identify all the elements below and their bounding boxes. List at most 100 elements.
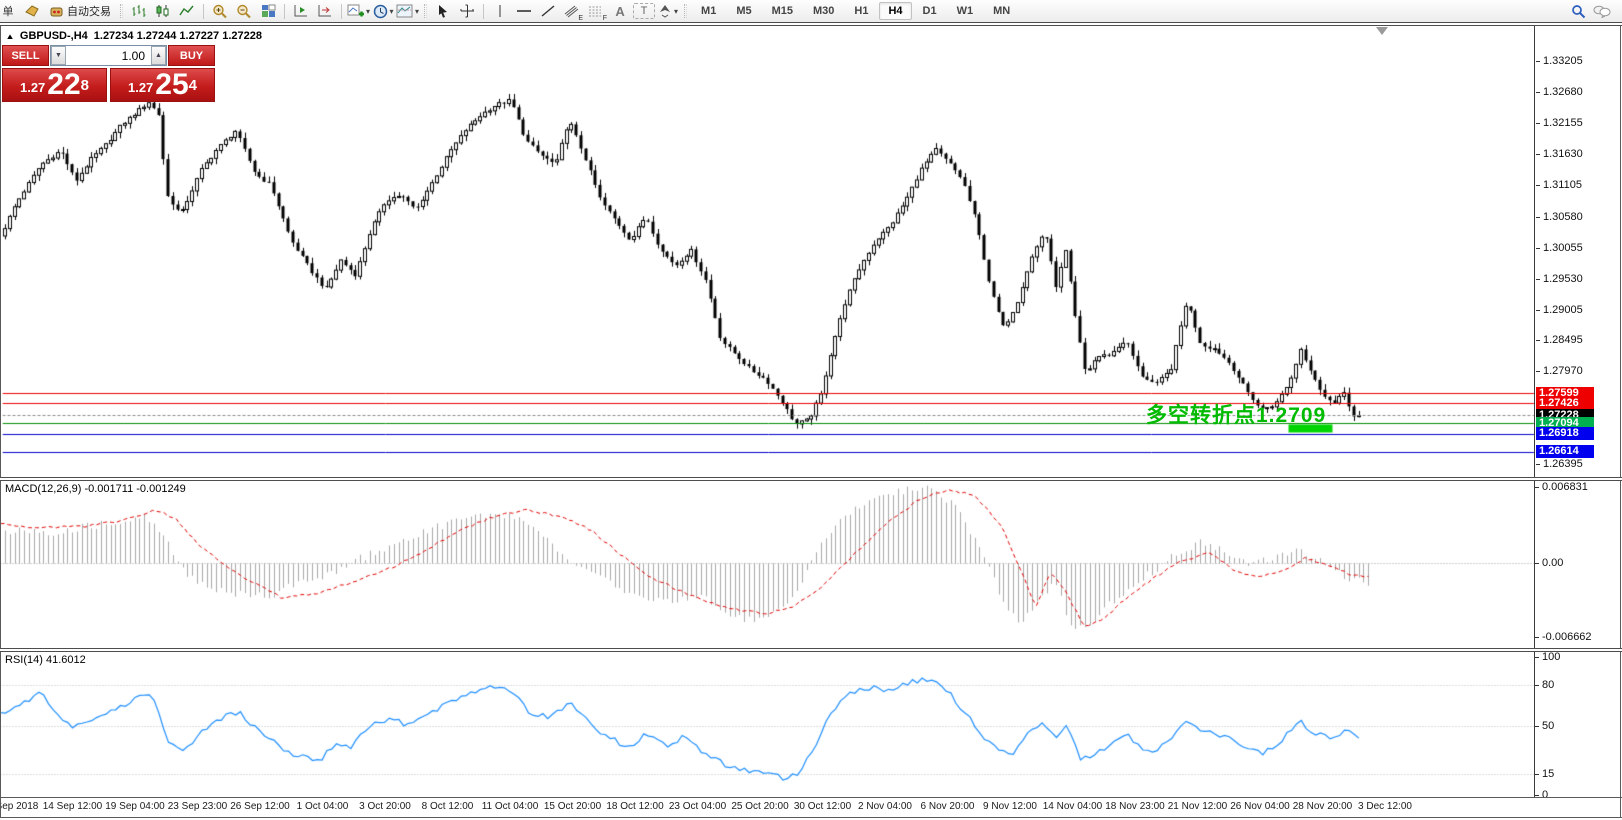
price-axis-label: 1.30055 — [1543, 242, 1583, 254]
time-axis-label: 14 Nov 04:00 — [1043, 801, 1103, 812]
price-mark: 1.26918 — [1536, 427, 1594, 440]
text-label-button[interactable]: T — [633, 3, 655, 19]
bar-chart-button[interactable] — [128, 1, 150, 21]
price-axis-label: 1.31105 — [1543, 179, 1582, 191]
template-button[interactable]: ▾ — [396, 1, 419, 21]
channel-letter: E — [578, 15, 583, 22]
time-axis-label: 12 Sep 2018 — [0, 801, 38, 812]
zoom-out-icon — [236, 4, 252, 19]
time-axis-label: 3 Dec 12:00 — [1358, 801, 1412, 812]
chart-shift-marker[interactable] — [1376, 27, 1388, 35]
cursor-icon — [437, 4, 449, 18]
chevron-down-icon: ▾ — [366, 7, 370, 16]
auto-trading-label: 自动交易 — [67, 3, 111, 19]
timeframe-d1[interactable]: D1 — [914, 2, 946, 20]
chat-button[interactable] — [1591, 1, 1613, 21]
pivot-annotation[interactable]: 多空转折点1.2709 — [1146, 399, 1326, 429]
timeframe-m15[interactable]: M15 — [763, 2, 802, 20]
price-axis-label: 1.29005 — [1543, 304, 1583, 316]
price-mark: 1.26614 — [1536, 445, 1594, 458]
sell-price-tile[interactable]: 1.27 22 8 — [2, 68, 107, 102]
time-axis-label: 11 Oct 04:00 — [482, 801, 539, 812]
search-icon — [1571, 4, 1586, 19]
toolbar-handle[interactable] — [120, 4, 123, 18]
new-order-label: 单 — [3, 3, 14, 19]
buy-button[interactable]: BUY — [168, 45, 215, 66]
arrows-button[interactable]: ▾ — [657, 1, 679, 21]
sell-price-big: 22 — [47, 71, 80, 99]
time-axis-label: 18 Oct 12:00 — [606, 801, 663, 812]
fibonacci-button[interactable]: F — [585, 1, 607, 21]
time-axis-label: 9 Nov 12:00 — [983, 801, 1037, 812]
sell-button[interactable]: SELL — [2, 45, 49, 66]
toolbar-handle[interactable] — [424, 4, 427, 18]
zoom-out-button[interactable] — [233, 1, 255, 21]
chevron-down-icon: ▾ — [415, 7, 419, 16]
buy-price-tile[interactable]: 1.27 25 4 — [110, 68, 215, 102]
price-axis-label: 1.27970 — [1543, 365, 1583, 377]
volume-down-button[interactable]: ▼ — [51, 46, 66, 65]
time-axis-label: 8 Oct 12:00 — [422, 801, 474, 812]
periods-button[interactable]: ▾ — [372, 1, 394, 21]
sell-price-pip: 8 — [81, 69, 89, 103]
timeframe-m5[interactable]: M5 — [727, 2, 760, 20]
vertical-line-icon — [494, 4, 506, 18]
channel-button[interactable]: E — [561, 1, 583, 21]
crosshair-icon — [460, 4, 475, 18]
sell-price-base: 1.27 — [20, 77, 45, 99]
timeframe-m1[interactable]: M1 — [692, 2, 725, 20]
time-axis-label: 28 Nov 20:00 — [1293, 801, 1353, 812]
toolbar-handle[interactable] — [684, 4, 687, 18]
auto-scroll-button[interactable] — [290, 1, 312, 21]
rsi-separator[interactable] — [0, 648, 1622, 652]
bar-chart-icon — [131, 4, 147, 18]
horizontal-line-button[interactable] — [513, 1, 535, 21]
zoom-in-icon — [212, 4, 228, 19]
cursor-button[interactable] — [432, 1, 454, 21]
arrows-icon — [658, 4, 672, 18]
window-left-border — [0, 26, 1, 817]
time-axis-border — [0, 797, 1622, 798]
tile-windows-button[interactable] — [257, 1, 279, 21]
new-order-button[interactable]: 单 — [0, 1, 19, 21]
rsi-axis-label: 50 — [1542, 720, 1554, 732]
toolbar-separator — [483, 4, 484, 19]
window-bottom-border — [0, 817, 1622, 818]
volume-input[interactable]: 1.00 — [66, 49, 151, 63]
clock-icon — [373, 4, 388, 19]
chart-shift-button[interactable] — [314, 1, 336, 21]
time-axis-label: 23 Oct 04:00 — [669, 801, 726, 812]
add-indicator-button[interactable]: ▾ — [347, 1, 370, 21]
robot-icon — [49, 5, 64, 18]
trendline-icon — [540, 4, 556, 18]
crosshair-button[interactable] — [456, 1, 478, 21]
auto-trading-button[interactable]: 自动交易 — [45, 1, 115, 21]
label-letter: T — [641, 5, 648, 17]
horizontal-line-icon — [516, 4, 532, 18]
vertical-line-button[interactable] — [489, 1, 511, 21]
volume-up-button[interactable]: ▲ — [151, 46, 166, 65]
chevron-down-icon: ▾ — [390, 7, 394, 16]
timeframe-mn[interactable]: MN — [984, 2, 1019, 20]
line-chart-button[interactable] — [176, 1, 198, 21]
timeframe-h1[interactable]: H1 — [845, 2, 877, 20]
window-top-border — [0, 22, 1622, 26]
trendline-button[interactable] — [537, 1, 559, 21]
time-axis-label: 1 Oct 04:00 — [297, 801, 349, 812]
timeframe-h4[interactable]: H4 — [879, 2, 911, 20]
macd-separator[interactable] — [0, 477, 1622, 481]
time-axis-label: 30 Oct 12:00 — [794, 801, 851, 812]
window-right-border — [1620, 26, 1621, 817]
search-button[interactable] — [1567, 1, 1589, 21]
price-axis-label: 1.30580 — [1543, 211, 1583, 223]
timeframe-m30[interactable]: M30 — [804, 2, 843, 20]
price-alert-icon[interactable] — [21, 1, 43, 21]
time-axis-label: 3 Oct 20:00 — [359, 801, 411, 812]
text-button[interactable]: A — [609, 1, 631, 21]
candlestick-button[interactable] — [152, 1, 174, 21]
macd-label: MACD(12,26,9) -0.001711 -0.001249 — [5, 483, 186, 495]
price-axis-label: 1.28495 — [1543, 334, 1583, 346]
timeframe-w1[interactable]: W1 — [948, 2, 983, 20]
chart-canvas[interactable] — [0, 0, 1622, 820]
zoom-in-button[interactable] — [209, 1, 231, 21]
